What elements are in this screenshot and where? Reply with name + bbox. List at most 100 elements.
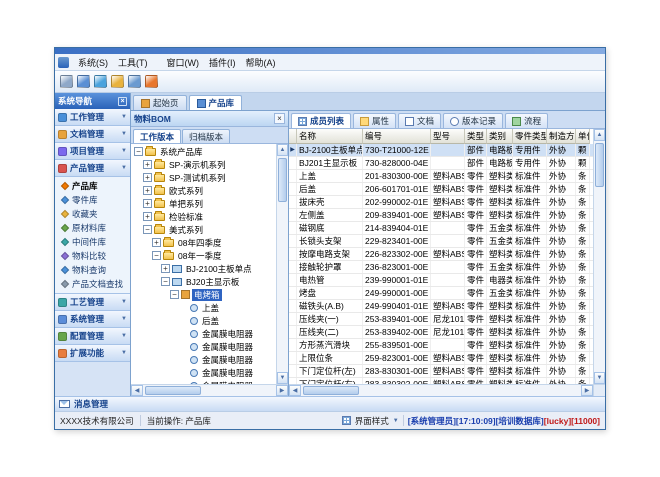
- scroll-right-icon[interactable]: ▶: [276, 385, 288, 396]
- expander-icon[interactable]: +: [143, 199, 152, 208]
- chevron-down-icon[interactable]: ▼: [393, 418, 399, 424]
- expander-icon[interactable]: −: [161, 277, 170, 286]
- tree-node[interactable]: −电烤箱: [131, 288, 276, 301]
- table-vertical-scrollbar[interactable]: ▲ ▼: [593, 129, 605, 384]
- scroll-down-icon[interactable]: ▼: [594, 372, 605, 384]
- tree-node[interactable]: 金属膜电阻器: [131, 327, 276, 340]
- panel-tab[interactable]: 文档: [398, 113, 441, 128]
- table-row[interactable]: 下门定位杆(左)283-830301-00E塑料ABS零件塑料类标准件外协条: [289, 365, 593, 378]
- navigate-icon[interactable]: [60, 75, 73, 88]
- nav-group[interactable]: 工作管理▼: [55, 109, 130, 126]
- scroll-thumb[interactable]: [303, 386, 359, 395]
- menu-item[interactable]: 插件(I): [204, 55, 241, 70]
- scroll-right-icon[interactable]: ▶: [581, 385, 593, 396]
- nav-group[interactable]: 扩展功能▼: [55, 345, 130, 362]
- table-horizontal-scrollbar[interactable]: ◀ ▶: [289, 384, 593, 396]
- panel-tab[interactable]: 版本记录: [443, 113, 503, 128]
- column-header[interactable]: 名称: [297, 129, 363, 144]
- menu-item[interactable]: 系统(S): [73, 55, 113, 70]
- panel-tab[interactable]: 成员列表: [291, 113, 351, 128]
- nav-item[interactable]: 物料查询: [55, 263, 130, 277]
- menu-item[interactable]: 帮助(A): [241, 55, 281, 70]
- scroll-thumb[interactable]: [278, 158, 287, 202]
- column-header[interactable]: 类别: [487, 129, 513, 144]
- expander-icon[interactable]: +: [143, 186, 152, 195]
- nav-item[interactable]: 收藏夹: [55, 207, 130, 221]
- nav-group[interactable]: 文档管理▼: [55, 126, 130, 143]
- tree-node[interactable]: 后盖: [131, 314, 276, 327]
- tree-vertical-scrollbar[interactable]: ▲ ▼: [276, 144, 288, 384]
- scroll-track[interactable]: [277, 156, 288, 372]
- help-icon[interactable]: [128, 75, 141, 88]
- table-row[interactable]: 拔床壳202-990002-01E塑料ABS零件塑料类标准件外协条: [289, 196, 593, 209]
- expander-icon[interactable]: −: [152, 251, 161, 260]
- column-header[interactable]: 编号: [363, 129, 431, 144]
- ui-style-selector[interactable]: 界面样式: [355, 415, 389, 427]
- table-row[interactable]: 接触轮护罩236-823001-00E零件五金类标准件外协条: [289, 261, 593, 274]
- tree-node[interactable]: 金属膜电阻器: [131, 340, 276, 353]
- expander-icon[interactable]: −: [134, 147, 143, 156]
- column-header[interactable]: 型号: [431, 129, 465, 144]
- scroll-track[interactable]: [301, 385, 581, 396]
- sidebar-close-icon[interactable]: ×: [118, 97, 127, 106]
- table-row[interactable]: 压线夹(二)253-839402-00E尼龙1010零件塑料类标准件外协条: [289, 326, 593, 339]
- tree-node[interactable]: +欧式系列: [131, 184, 276, 197]
- tree-node[interactable]: +SP-测试机系列: [131, 171, 276, 184]
- column-header[interactable]: 类型: [465, 129, 487, 144]
- nav-group[interactable]: 工艺管理▼: [55, 294, 130, 311]
- scroll-track[interactable]: [594, 141, 605, 372]
- tree-node[interactable]: −系统产品库: [131, 145, 276, 158]
- table-row[interactable]: ▶BJ-2100主板单点730-T21000-12E部件电路板专用件外协颗: [289, 144, 593, 157]
- table-row[interactable]: 磁钢底214-839404-01E零件五金类标准件外协条: [289, 222, 593, 235]
- scroll-track[interactable]: [143, 385, 276, 396]
- table-row[interactable]: 后盖206-601701-01E塑料ABS零件塑料类标准件外协条: [289, 183, 593, 196]
- scroll-down-icon[interactable]: ▼: [277, 372, 288, 384]
- tree-node[interactable]: −美式系列: [131, 223, 276, 236]
- menu-item[interactable]: 窗口(W): [162, 55, 205, 70]
- tree-node[interactable]: −BJ20主显示板: [131, 275, 276, 288]
- tree-node[interactable]: +SP-演示机系列: [131, 158, 276, 171]
- panel-tab[interactable]: 流程: [505, 113, 548, 128]
- panel-tab[interactable]: 属性: [353, 113, 396, 128]
- nav-item[interactable]: 产品文档查找: [55, 277, 130, 291]
- tree-node[interactable]: +BJ-2100主板单点: [131, 262, 276, 275]
- favorites-icon[interactable]: [94, 75, 107, 88]
- scroll-thumb[interactable]: [595, 143, 604, 187]
- scroll-up-icon[interactable]: ▲: [594, 129, 605, 141]
- version-tab[interactable]: 工作版本: [133, 129, 181, 143]
- scroll-up-icon[interactable]: ▲: [277, 144, 288, 156]
- table-row[interactable]: 烤盘249-990001-00E零件五金类标准件外协条: [289, 287, 593, 300]
- table-row[interactable]: 磁铁头(A.B)249-990401-01E塑料ABS零件塑料类标准件外协条: [289, 300, 593, 313]
- tree-node[interactable]: 金属膜电阻器: [131, 353, 276, 366]
- bom-close-icon[interactable]: ×: [274, 113, 285, 124]
- table-row[interactable]: 按摩电路支架226-823302-00E塑料ABS零件塑料类标准件外协条: [289, 248, 593, 261]
- nav-item[interactable]: 零件库: [55, 193, 130, 207]
- table-row[interactable]: BJ201主显示板730-828000-04E部件电路板专用件外协颗: [289, 157, 593, 170]
- table-row[interactable]: 方形蒸汽滑块255-839501-00E零件塑料类标准件外协条: [289, 339, 593, 352]
- tree-horizontal-scrollbar[interactable]: ◀ ▶: [131, 384, 288, 396]
- table-row[interactable]: 上限位条259-823001-00E塑料ABS零件塑料类标准件外协条: [289, 352, 593, 365]
- scroll-thumb[interactable]: [145, 386, 201, 395]
- expander-icon[interactable]: +: [161, 264, 170, 273]
- scroll-left-icon[interactable]: ◀: [131, 385, 143, 396]
- table-row[interactable]: 电热管239-990001-01E零件电器类标准件外协条: [289, 274, 593, 287]
- nav-item[interactable]: 物料比较: [55, 249, 130, 263]
- document-tab[interactable]: 起始页: [133, 95, 187, 110]
- expander-icon[interactable]: −: [170, 290, 179, 299]
- tree-node[interactable]: 上盖: [131, 301, 276, 314]
- exit-icon[interactable]: [145, 75, 158, 88]
- table-row[interactable]: 长锁头支架229-823401-00E零件五金类标准件外协条: [289, 235, 593, 248]
- column-header[interactable]: 零件类型: [513, 129, 547, 144]
- tree-node[interactable]: +检验标准: [131, 210, 276, 223]
- nav-group[interactable]: 系统管理▼: [55, 311, 130, 328]
- nav-group[interactable]: 项目管理▼: [55, 143, 130, 160]
- expander-icon[interactable]: +: [143, 212, 152, 221]
- tree-node[interactable]: +单把系列: [131, 197, 276, 210]
- column-header[interactable]: 单位: [576, 129, 590, 144]
- scroll-left-icon[interactable]: ◀: [289, 385, 301, 396]
- settings-icon[interactable]: [111, 75, 124, 88]
- tree-node[interactable]: −08年一季度: [131, 249, 276, 262]
- tree-node[interactable]: +08年四季度: [131, 236, 276, 249]
- menu-item[interactable]: 工具(T): [113, 55, 153, 70]
- table-row[interactable]: 上盖201-830300-00E塑料ABS零件塑料类标准件外协条: [289, 170, 593, 183]
